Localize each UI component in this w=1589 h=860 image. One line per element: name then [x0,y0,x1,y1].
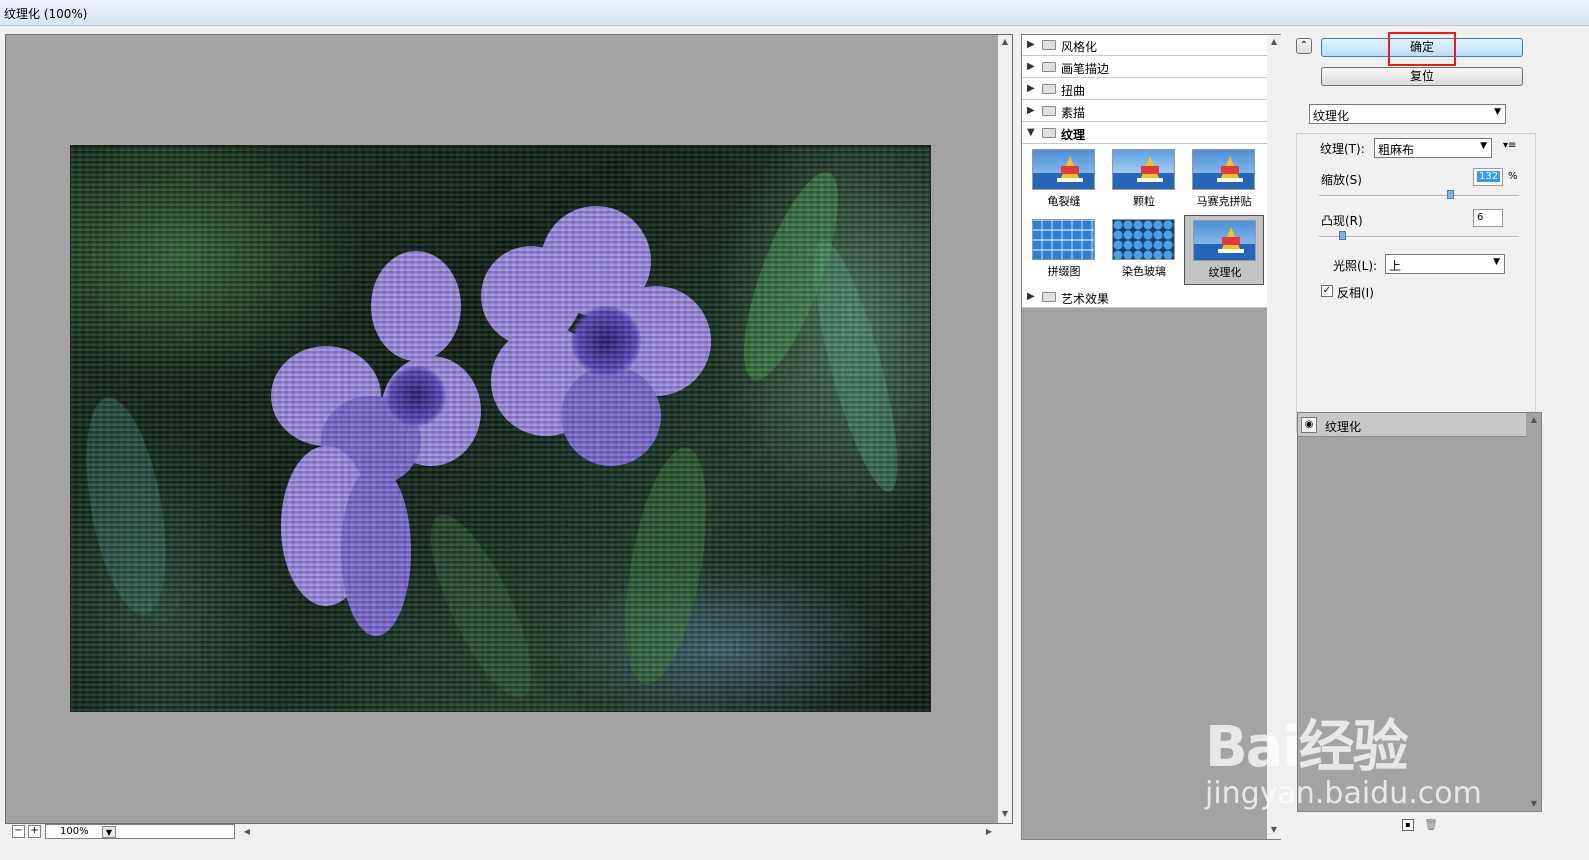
dropdown-arrow-icon: ▼ [1494,107,1501,117]
dropdown-arrow-icon: ▼ [1480,141,1487,151]
scroll-up-icon[interactable]: ▲ [1527,413,1541,427]
category-artistic[interactable]: ▶ 艺术效果 [1022,287,1267,308]
texture-label: 纹理(T): [1320,142,1365,156]
texturizer-settings: 纹理(T): 粗麻布 ▼ ▾≡ 缩放(S) 132 % 凸现(R) 6 光照(L… [1296,133,1536,433]
invert-label: 反相(I) [1337,286,1374,300]
filter-thumbnail [1032,149,1095,190]
scroll-up-icon[interactable]: ▲ [998,35,1012,49]
folder-icon [1042,62,1056,72]
expand-arrow-icon[interactable]: ▶ [1027,105,1035,116]
preview-statusbar: − + 100% ▼ ◀ ▶ [5,824,1013,840]
scale-input[interactable]: 132 [1473,168,1503,186]
preview-vscroll[interactable]: ▲ ▼ [998,35,1012,823]
zoom-in-button[interactable]: + [28,825,41,838]
category-label: 纹理 [1061,128,1086,142]
folder-icon [1042,40,1056,50]
dropdown-arrow-icon[interactable]: ▼ [102,826,116,838]
menu-icon[interactable]: ▾≡ [1503,140,1516,151]
filter-label: 纹理化 [1208,266,1242,279]
folder-icon [1042,128,1056,138]
scale-label: 缩放(S) [1321,173,1362,187]
zoom-field[interactable]: 100% ▼ [45,824,235,839]
filter-select-value: 纹理化 [1313,109,1350,123]
scroll-left-icon[interactable]: ◀ [240,825,254,839]
light-label: 光照(L): [1333,259,1378,273]
scale-slider[interactable] [1319,195,1519,197]
new-layer-icon[interactable]: ▪ [1402,819,1414,831]
watermark-url: jingyan.baidu.com [1205,776,1482,811]
filter-thumbnail [1032,219,1095,260]
filter-label: 染色玻璃 [1122,265,1166,278]
category-label: 画笔描边 [1061,62,1110,76]
zoom-out-button[interactable]: − [12,825,25,838]
scroll-up-icon[interactable]: ▲ [1267,35,1281,49]
folder-icon [1042,292,1056,302]
filter-label: 拼缀图 [1047,265,1081,278]
expand-arrow-icon[interactable]: ▶ [1027,61,1035,72]
effect-layer-row[interactable]: ◉ 纹理化 [1298,413,1526,437]
light-value: 上 [1389,259,1402,273]
relief-slider[interactable] [1319,236,1519,238]
watermark-logo: Bai经验 [1205,715,1409,780]
filter-label: 颗粒 [1133,195,1155,208]
filter-patchwork[interactable]: 拼缀图 [1024,215,1104,285]
scroll-down-icon[interactable]: ▼ [1527,797,1541,811]
expand-arrow-icon[interactable]: ▶ [1027,291,1035,302]
relief-input[interactable]: 6 [1473,209,1503,227]
category-label: 风格化 [1061,40,1098,54]
filter-thumbnail [1192,149,1255,190]
scale-unit: % [1508,171,1518,182]
window-title: 纹理化 (100%) [4,7,88,21]
preview-area[interactable]: ▲ ▼ [5,34,1013,824]
category-brush-strokes[interactable]: ▶ 画笔描边 [1022,57,1267,78]
category-stylize[interactable]: ▶ 风格化 [1022,35,1267,56]
filter-thumbnail [1112,219,1175,260]
category-texture[interactable]: ▼ 纹理 [1022,123,1267,144]
relief-label: 凸现(R) [1321,214,1363,228]
expand-arrow-icon[interactable]: ▶ [1027,39,1035,50]
reset-button[interactable]: 复位 [1321,67,1523,86]
layers-vscroll[interactable]: ▲ ▼ [1527,413,1541,811]
category-label: 艺术效果 [1061,292,1110,306]
filter-label: 龟裂缝 [1047,195,1081,208]
filter-mosaic-tiles[interactable]: 马赛克拼贴 [1184,145,1264,215]
relief-value: 6 [1477,212,1484,223]
texture-value: 粗麻布 [1378,143,1415,157]
delete-layer-icon[interactable]: 🗑 [1424,819,1438,831]
filter-stained-glass[interactable]: 染色玻璃 [1104,215,1184,285]
scroll-down-icon[interactable]: ▼ [1267,823,1281,837]
expand-arrow-icon[interactable]: ▶ [1027,83,1035,94]
light-select[interactable]: 上 ▼ [1385,254,1505,274]
invert-checkbox[interactable]: ✓ [1321,285,1333,297]
scroll-down-icon[interactable]: ▼ [998,807,1012,821]
folder-icon [1042,106,1056,116]
scale-value: 132 [1477,171,1501,182]
filter-label: 马赛克拼贴 [1196,195,1252,208]
scale-slider-thumb[interactable] [1447,190,1454,199]
texture-select[interactable]: 粗麻布 ▼ [1374,138,1492,158]
category-sketch[interactable]: ▶ 素描 [1022,101,1267,122]
filter-grain[interactable]: 颗粒 [1104,145,1184,215]
category-distort[interactable]: ▶ 扭曲 [1022,79,1267,100]
category-label: 素描 [1061,106,1086,120]
collapse-arrow-icon[interactable]: ▼ [1027,127,1035,138]
filter-texturizer[interactable]: 纹理化 [1184,215,1264,285]
effect-layer-label: 纹理化 [1325,420,1362,434]
filter-gallery-window: ▲ ▼ − + 100% ▼ ◀ ▶ ▶ 风格化 ▶ 画笔描边 ▶ 扭曲 ▶ 素… [0,26,1589,860]
title-bar: 纹理化 (100%) [0,0,1589,26]
highlight-box [1388,32,1456,66]
preview-image [70,145,931,712]
filter-thumbnail [1112,149,1175,190]
filter-craquelure[interactable]: 龟裂缝 [1024,145,1104,215]
dropdown-arrow-icon: ▼ [1493,257,1500,267]
filter-thumbnail [1193,220,1256,261]
filter-select[interactable]: 纹理化 ▼ [1309,104,1506,124]
relief-slider-thumb[interactable] [1339,231,1346,240]
zoom-value: 100% [60,826,89,837]
eye-icon[interactable]: ◉ [1301,417,1317,433]
scroll-right-icon[interactable]: ▶ [982,825,996,839]
expand-toggle-icon[interactable]: ⌃ [1296,38,1312,54]
folder-icon [1042,84,1056,94]
category-label: 扭曲 [1061,84,1086,98]
